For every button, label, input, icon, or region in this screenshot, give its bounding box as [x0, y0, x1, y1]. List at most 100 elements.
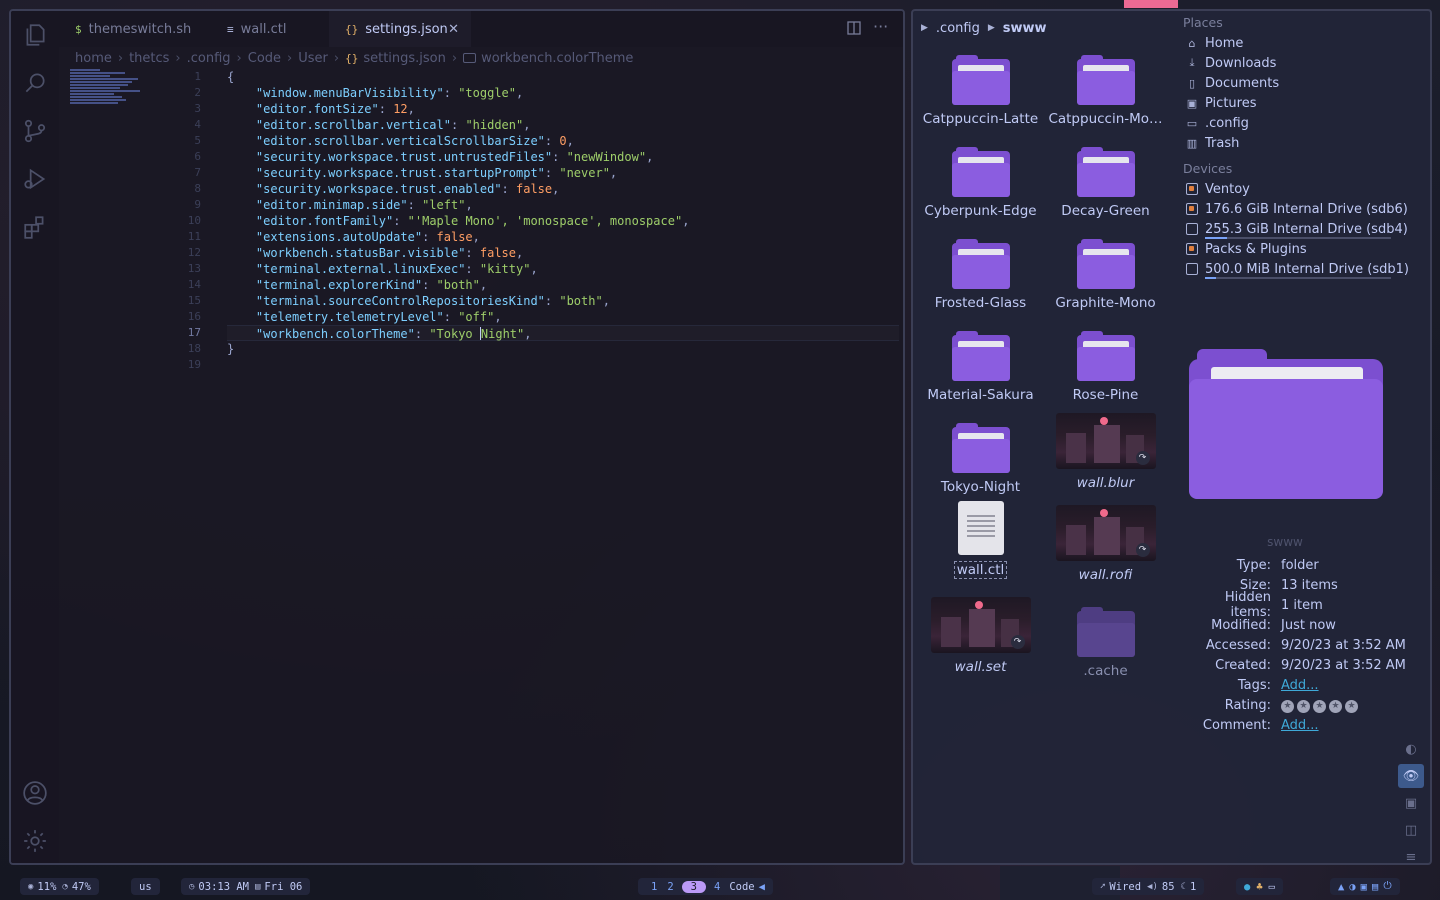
line-number: 5 [194, 134, 201, 147]
code-line: "terminal.external.linuxExec": "kitty", [255, 262, 538, 276]
split-editor-icon[interactable] [847, 21, 861, 39]
split-view-icon[interactable]: ◫ [1398, 818, 1424, 842]
folder-icon [1076, 331, 1135, 381]
code-line: "security.workspace.trust.untrustedFiles… [255, 150, 654, 164]
eye-icon[interactable]: 👁︎ [1398, 764, 1424, 788]
workspace-button-active[interactable]: 3 [681, 880, 706, 893]
system-indicators[interactable]: ➚ Wired ◀) 85 ☾ 1 [1092, 878, 1205, 895]
tray-icons: ● ♣ ▭ [1236, 878, 1283, 895]
file-name: Catppuccin-Latte [922, 111, 1039, 127]
place-label: Pictures [1205, 95, 1257, 111]
breadcrumb-item[interactable]: settings.json [363, 51, 446, 66]
code-line: "terminal.sourceControlRepositoriesKind"… [255, 294, 610, 308]
star-icon[interactable]: ★ [1329, 700, 1342, 713]
display-icon[interactable]: ▭ [1269, 881, 1275, 893]
breadcrumb-item[interactable]: Code [248, 51, 281, 66]
star-icon[interactable]: ★ [1281, 700, 1294, 713]
run-debug-icon[interactable] [21, 165, 49, 193]
caret-right-icon[interactable]: ▶ [921, 23, 928, 33]
file-item[interactable]: ↷ wall.blur [1043, 413, 1168, 491]
file-item[interactable]: Rose-Pine [1043, 331, 1168, 403]
minimap[interactable] [70, 69, 160, 119]
power-icon[interactable]: ⏻ [1383, 880, 1391, 893]
breadcrumb-item[interactable]: .config [187, 51, 231, 66]
chat-icon[interactable]: ♣ [1256, 881, 1262, 893]
file-item[interactable]: Catppuccin-Mo… [1043, 55, 1168, 127]
file-item[interactable]: Graphite-Mono [1043, 239, 1168, 311]
folder-tree-icon[interactable]: ▣ [1398, 791, 1424, 815]
breadcrumb-item[interactable]: User [298, 51, 328, 66]
workspace-button[interactable]: 2 [667, 881, 673, 893]
account-icon[interactable] [21, 779, 49, 807]
more-actions-icon[interactable]: ··· [873, 17, 888, 36]
file-item[interactable]: .cache [1043, 607, 1168, 679]
info-value: 9/20/23 at 3:52 AM [1281, 637, 1406, 653]
clock[interactable]: ◷ 03:13 AM ▤ Fri 06 [181, 878, 311, 895]
rating-stars[interactable]: ★ ★ ★ ★ ★ [1281, 697, 1361, 713]
line-number: 16 [187, 310, 201, 323]
file-item[interactable]: ↷ wall.rofi [1043, 505, 1168, 583]
code-line: "telemetry.telemetryLevel": "off", [255, 310, 502, 324]
file-item[interactable]: wall.ctl [918, 501, 1043, 583]
trash-icon: ▥ [1186, 136, 1198, 150]
breadcrumb-item[interactable]: thetcs [129, 51, 169, 66]
keyboard-layout[interactable]: us [131, 878, 160, 895]
place-item[interactable]: ▭ .config [1183, 113, 1423, 133]
device-item[interactable]: 500.0 MiB Internal Drive (sdb1) [1183, 259, 1423, 279]
breadcrumb-item[interactable]: home [75, 51, 112, 66]
tab-settings-json[interactable]: {} settings.json ✕ [329, 11, 471, 47]
path-segment-current[interactable]: swww [1003, 21, 1047, 36]
file-item[interactable]: Frosted-Glass [918, 239, 1043, 311]
file-name: Tokyo-Night [940, 479, 1021, 495]
place-item[interactable]: ▯ Documents [1183, 73, 1423, 93]
devices-header: Devices [1183, 161, 1233, 176]
text-file-icon: ≡ [227, 22, 234, 36]
device-item[interactable]: Ventoy [1183, 179, 1423, 199]
close-icon[interactable]: ✕ [448, 22, 459, 37]
place-item[interactable]: ▣ Pictures [1183, 93, 1423, 113]
place-item[interactable]: ⤓ Downloads [1183, 53, 1423, 73]
source-control-icon[interactable] [21, 117, 49, 145]
file-item[interactable]: Decay-Green [1043, 147, 1168, 219]
info-value: folder [1281, 557, 1319, 573]
extensions-icon[interactable] [21, 213, 49, 241]
file-item[interactable]: Tokyo-Night [918, 423, 1043, 495]
tags-row: Tags: Add... [1183, 675, 1430, 695]
search-icon[interactable] [21, 69, 49, 97]
explorer-icon[interactable] [21, 21, 49, 49]
tag-icon[interactable]: ◐ [1398, 737, 1424, 761]
workspace-button[interactable]: 4 [714, 881, 720, 893]
info-key: Comment: [1202, 717, 1271, 733]
add-tags-link[interactable]: Add... [1281, 678, 1319, 693]
file-item[interactable]: Cyberpunk-Edge [918, 147, 1043, 219]
theme-icon[interactable]: ◑ [1349, 881, 1355, 893]
tab-wall-ctl[interactable]: ≡ wall.ctl [211, 11, 329, 47]
clipboard-icon[interactable]: ▤ [1372, 881, 1378, 893]
device-item[interactable]: 176.6 GiB Internal Drive (sdb6) [1183, 199, 1423, 219]
file-item[interactable]: Material-Sakura [918, 331, 1043, 403]
lock-icon[interactable]: ▲ [1338, 881, 1344, 893]
place-item[interactable]: ⌂ Home [1183, 33, 1423, 53]
place-label: Trash [1205, 135, 1240, 151]
file-item[interactable]: ↷ wall.set [918, 597, 1043, 675]
add-comment-link[interactable]: Add... [1281, 718, 1319, 733]
path-segment[interactable]: .config [936, 21, 980, 36]
code-editor[interactable]: { "window.menuBarVisibility": "toggle", … [227, 69, 899, 357]
list-view-icon[interactable]: ≡ [1398, 845, 1424, 864]
tab-themeswitch[interactable]: $ themeswitch.sh [59, 11, 209, 47]
device-item[interactable]: Packs & Plugins [1183, 239, 1423, 259]
breadcrumb-item[interactable]: workbench.colorTheme [481, 51, 633, 66]
star-icon[interactable]: ★ [1345, 700, 1358, 713]
workspace-button[interactable]: 1 [651, 881, 657, 893]
browser-icon[interactable]: ● [1244, 881, 1250, 893]
device-item[interactable]: 255.3 GiB Internal Drive (sdb4) [1183, 219, 1423, 239]
file-item[interactable]: Catppuccin-Latte [918, 55, 1043, 127]
star-icon[interactable]: ★ [1297, 700, 1310, 713]
system-stats[interactable]: ◉ 11% ◔ 47% [20, 878, 99, 895]
place-item[interactable]: ▥ Trash [1183, 133, 1423, 153]
info-key: Modified: [1211, 617, 1271, 633]
star-icon[interactable]: ★ [1313, 700, 1326, 713]
settings-gear-icon[interactable] [21, 827, 49, 855]
wallpaper-icon[interactable]: ▣ [1361, 881, 1367, 893]
folder-icon: ▭ [1186, 116, 1198, 130]
